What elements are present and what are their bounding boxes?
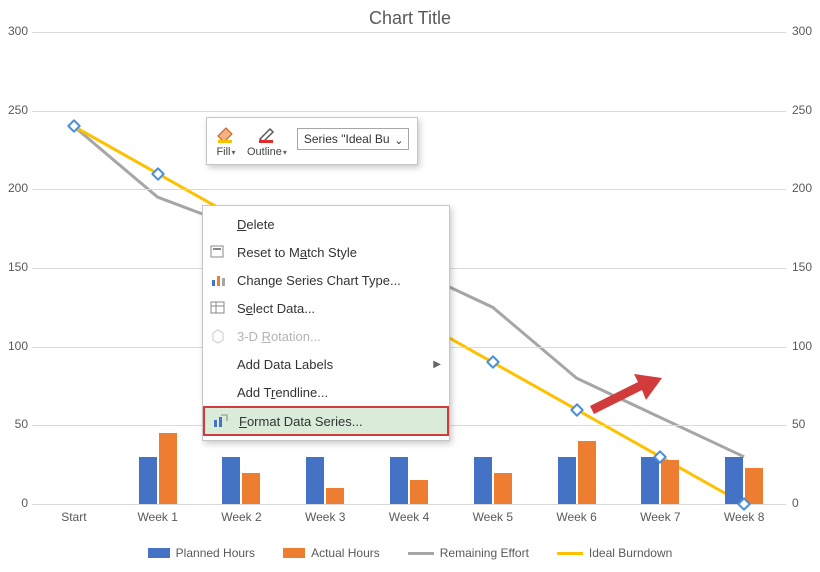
legend-label: Ideal Burndown: [589, 546, 672, 560]
cube-icon: [209, 327, 227, 345]
legend-label: Actual Hours: [311, 546, 380, 560]
menu-item-delete[interactable]: Delete: [203, 210, 449, 238]
menu-label: Change Series Chart Type...: [237, 273, 441, 288]
gridline: [32, 111, 786, 112]
y-tick-right: 50: [792, 417, 820, 431]
format-series-icon: [211, 412, 229, 430]
bar-planned[interactable]: [725, 457, 743, 504]
y-tick-right: 0: [792, 496, 820, 510]
bar-actual[interactable]: [661, 460, 679, 504]
legend-item-actual[interactable]: Actual Hours: [283, 546, 380, 560]
menu-label: 3-D Rotation...: [237, 329, 441, 344]
bar-planned[interactable]: [641, 457, 659, 504]
legend-item-planned[interactable]: Planned Hours: [148, 546, 255, 560]
callout-arrow-icon: [584, 370, 662, 414]
y-tick-right: 300: [792, 24, 820, 38]
menu-label: Format Data Series...: [239, 414, 439, 429]
x-tick-label: Week 3: [283, 510, 367, 524]
y-tick-left: 50: [0, 417, 28, 431]
chevron-down-icon: ⌄: [394, 134, 403, 147]
x-tick-label: Start: [32, 510, 116, 524]
bar-actual[interactable]: [326, 488, 344, 504]
gridline: [32, 32, 786, 33]
bar-actual[interactable]: [745, 468, 763, 504]
y-tick-right: 250: [792, 103, 820, 117]
menu-label: Select Data...: [237, 301, 441, 316]
y-tick-left: 300: [0, 24, 28, 38]
series-selector-value: Series "Ideal Bu: [304, 132, 390, 146]
legend: Planned Hours Actual Hours Remaining Eff…: [0, 546, 820, 560]
bar-planned[interactable]: [306, 457, 324, 504]
legend-label: Remaining Effort: [440, 546, 529, 560]
menu-item-select-data[interactable]: Select Data...: [203, 294, 449, 322]
bar-actual[interactable]: [159, 433, 177, 504]
blank-icon: [209, 355, 227, 373]
bar-planned[interactable]: [474, 457, 492, 504]
y-tick-right: 200: [792, 181, 820, 195]
x-tick-label: Week 7: [618, 510, 702, 524]
y-tick-left: 100: [0, 339, 28, 353]
x-tick-label: Week 4: [367, 510, 451, 524]
y-tick-left: 150: [0, 260, 28, 274]
x-axis: StartWeek 1Week 2Week 3Week 4Week 5Week …: [32, 510, 786, 524]
bar-actual[interactable]: [242, 473, 260, 504]
menu-label: Add Trendline...: [237, 385, 441, 400]
pen-icon: [256, 124, 278, 144]
context-menu: Delete Reset to Match Style Change Serie…: [202, 205, 450, 441]
blank-icon: [209, 383, 227, 401]
bar-planned[interactable]: [222, 457, 240, 504]
swatch-icon: [557, 552, 583, 555]
swatch-icon: [148, 548, 170, 558]
bar-planned[interactable]: [139, 457, 157, 504]
menu-item-change-type[interactable]: Change Series Chart Type...: [203, 266, 449, 294]
y-tick-left: 0: [0, 496, 28, 510]
reset-style-icon: [209, 243, 227, 261]
swatch-icon: [283, 548, 305, 558]
x-tick-label: Week 2: [200, 510, 284, 524]
y-tick-left: 250: [0, 103, 28, 117]
blank-icon: [209, 215, 227, 233]
menu-label: Add Data Labels: [237, 357, 423, 372]
menu-item-add-trendline[interactable]: Add Trendline...: [203, 378, 449, 406]
menu-label: Delete: [237, 217, 441, 232]
bar-actual[interactable]: [494, 473, 512, 504]
legend-item-ideal[interactable]: Ideal Burndown: [557, 546, 672, 560]
x-tick-label: Week 5: [451, 510, 535, 524]
x-tick-label: Week 8: [702, 510, 786, 524]
paint-bucket-icon: [215, 124, 237, 144]
submenu-arrow-icon: ▶: [433, 359, 441, 370]
y-tick-left: 200: [0, 181, 28, 195]
fill-label: Fill▾: [216, 146, 235, 158]
menu-item-format-series[interactable]: Format Data Series...: [203, 406, 449, 436]
menu-label: Reset to Match Style: [237, 245, 441, 260]
x-tick-label: Week 1: [116, 510, 200, 524]
bar-planned[interactable]: [390, 457, 408, 504]
gridline: [32, 189, 786, 190]
gridline: [32, 504, 786, 505]
y-tick-right: 150: [792, 260, 820, 274]
bar-planned[interactable]: [558, 457, 576, 504]
outline-label: Outline▾: [247, 146, 287, 158]
bar-actual[interactable]: [578, 441, 596, 504]
menu-item-add-labels[interactable]: Add Data Labels ▶: [203, 350, 449, 378]
swatch-icon: [408, 552, 434, 555]
bar-actual[interactable]: [410, 480, 428, 504]
y-tick-right: 100: [792, 339, 820, 353]
outline-button[interactable]: Outline▾: [247, 124, 287, 158]
chart-type-icon: [209, 271, 227, 289]
legend-label: Planned Hours: [176, 546, 255, 560]
series-selector[interactable]: Series "Ideal Bu ⌄: [297, 128, 409, 150]
x-tick-label: Week 6: [535, 510, 619, 524]
menu-item-reset[interactable]: Reset to Match Style: [203, 238, 449, 266]
fill-button[interactable]: Fill▾: [215, 124, 237, 158]
chart-title: Chart Title: [0, 0, 820, 29]
menu-item-3d-rotation: 3-D Rotation...: [203, 322, 449, 350]
mini-toolbar: Fill▾ Outline▾ Series "Ideal Bu ⌄: [206, 117, 418, 165]
legend-item-remaining[interactable]: Remaining Effort: [408, 546, 529, 560]
select-data-icon: [209, 299, 227, 317]
